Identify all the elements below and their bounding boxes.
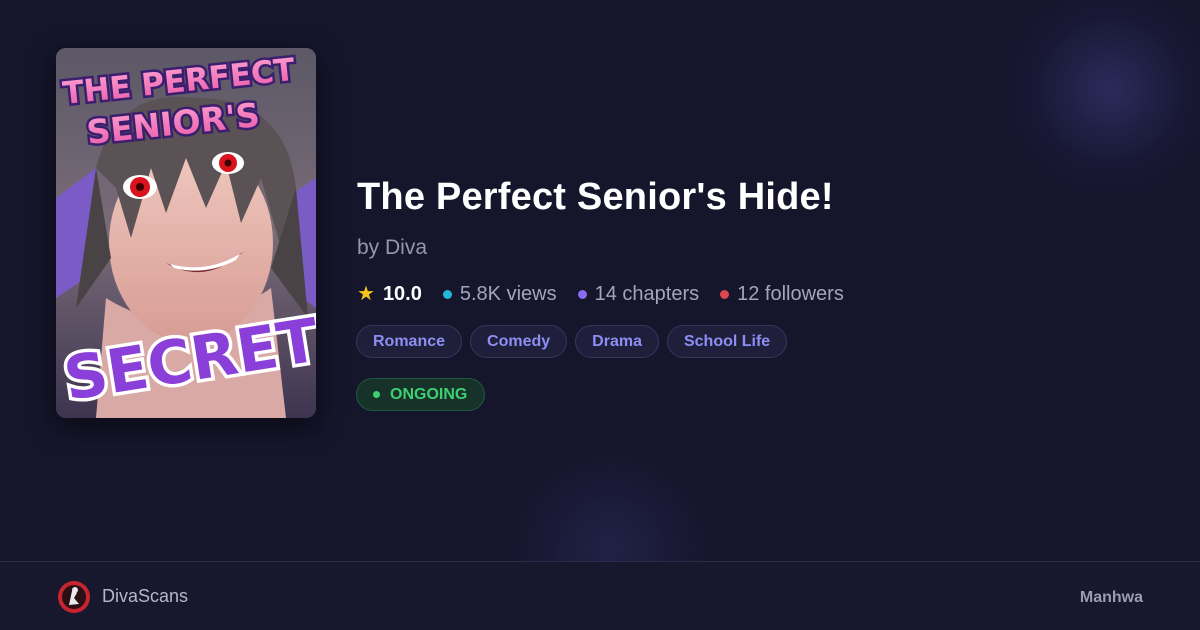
series-stats: ★ 10.0 5.8K views 14 chapters 12 followe… [357,281,865,307]
site-name[interactable]: DivaScans [102,586,188,607]
followers-stat: 12 followers [720,283,844,306]
status-label: ONGOING [390,385,468,403]
status-dot-icon [373,391,380,398]
genre-tag-school-life[interactable]: School Life [666,325,788,358]
chapters-stat: 14 chapters [577,282,700,306]
rating-stat: ★ 10.0 [357,283,422,306]
genre-tag-comedy[interactable]: Comedy [470,325,568,358]
genre-tag-drama[interactable]: Drama [575,325,659,358]
views-dot-icon [442,289,452,299]
star-icon: ★ [357,283,375,305]
genre-tag-romance[interactable]: Romance [356,325,463,358]
views-value: 5.8K views [459,282,557,305]
followers-value: 12 followers [737,282,844,305]
chapters-value: 14 chapters [594,282,700,305]
chapters-dot-icon [577,289,587,299]
rating-value: 10.0 [382,282,422,305]
footer-bar: DivaScans Manhwa [0,561,1200,630]
views-stat: 5.8K views [442,282,557,306]
series-type-label: Manhwa [1079,589,1143,606]
author-line[interactable]: by Diva [357,236,427,260]
status-badge: ONGOING [356,378,486,411]
genre-tags: Romance Comedy Drama School Life [356,325,795,358]
background-glow-top [990,0,1200,210]
series-title: The Perfect Senior's Hide! [357,176,834,218]
followers-dot-icon [720,289,730,299]
cover-image[interactable]: THE PERFECT SENIOR'S SECRET! [56,48,316,418]
site-logo-icon[interactable] [58,581,90,613]
